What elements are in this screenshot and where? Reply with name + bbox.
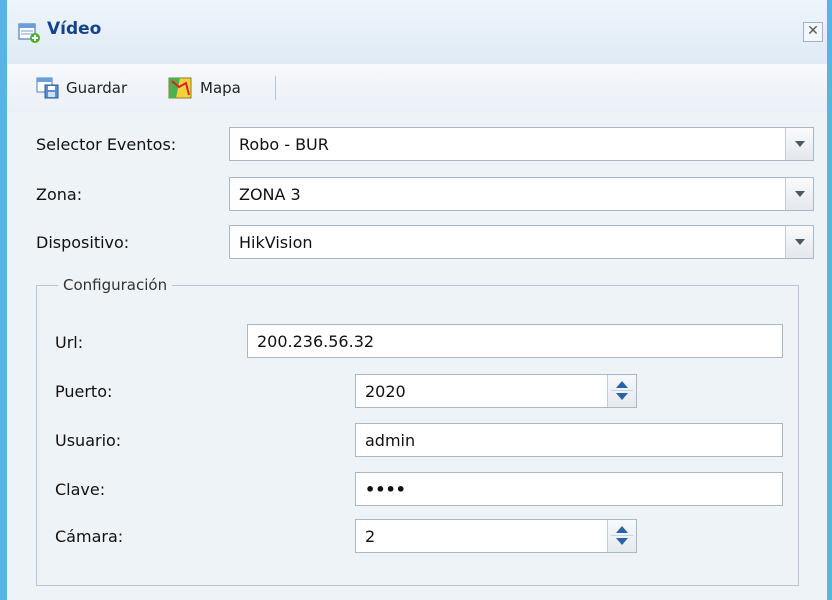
window-titlebar[interactable]: Vídeo ✕ (7, 0, 827, 65)
map-icon (168, 77, 192, 99)
puerto-label: Puerto: (55, 382, 113, 401)
spinner-down-icon[interactable] (616, 393, 628, 400)
save-button-label: Guardar (66, 79, 128, 97)
map-button-label: Mapa (200, 79, 241, 97)
spinner-divider (611, 535, 633, 536)
configuracion-legend: Configuración (58, 276, 173, 294)
clave-password-input[interactable]: •••• (355, 472, 783, 506)
camara-input[interactable]: 2 (355, 519, 637, 553)
camara-label: Cámara: (55, 527, 124, 546)
map-button[interactable]: Mapa (168, 76, 241, 100)
close-button[interactable]: ✕ (803, 22, 823, 42)
video-window: Vídeo ✕ Guardar Mapa Selector Eventos: R… (0, 0, 832, 600)
video-window-icon (18, 23, 40, 43)
spinner-up-icon[interactable] (616, 381, 628, 388)
dispositivo-label: Dispositivo: (36, 233, 130, 252)
usuario-value: admin (365, 431, 416, 450)
usuario-label: Usuario: (55, 431, 122, 450)
spinner-divider (611, 390, 633, 391)
window-title: Vídeo (47, 19, 102, 39)
dispositivo-value: HikVision (239, 233, 313, 252)
zona-value: ZONA 3 (239, 185, 301, 204)
url-input[interactable]: 200.236.56.32 (247, 324, 783, 358)
selector-eventos-label: Selector Eventos: (36, 135, 177, 154)
camara-value: 2 (365, 527, 376, 546)
url-value: 200.236.56.32 (257, 332, 375, 351)
spinner-down-icon[interactable] (616, 538, 628, 545)
url-label: Url: (55, 333, 84, 352)
dispositivo-combo[interactable]: HikVision (229, 225, 814, 259)
camara-spinner[interactable] (607, 520, 636, 552)
selector-eventos-value: Robo - BUR (239, 135, 329, 154)
zona-dropdown-button[interactable] (785, 178, 813, 210)
save-button[interactable]: Guardar (36, 76, 127, 100)
save-icon (36, 77, 59, 99)
toolbar-separator (275, 76, 276, 100)
usuario-input[interactable]: admin (355, 423, 783, 457)
chevron-down-icon (795, 191, 805, 197)
puerto-input[interactable]: 2020 (355, 374, 637, 408)
zona-combo[interactable]: ZONA 3 (229, 177, 814, 211)
clave-label: Clave: (55, 480, 106, 499)
selector-eventos-combo[interactable]: Robo - BUR (229, 127, 814, 161)
puerto-spinner[interactable] (607, 375, 636, 407)
selector-eventos-dropdown-button[interactable] (785, 128, 813, 160)
clave-masked-value: •••• (365, 480, 406, 499)
window-body: Guardar Mapa Selector Eventos: Robo - BU… (7, 64, 827, 600)
spinner-up-icon[interactable] (616, 526, 628, 533)
puerto-value: 2020 (365, 382, 406, 401)
zona-label: Zona: (36, 185, 83, 204)
close-icon: ✕ (807, 23, 819, 39)
chevron-down-icon (795, 141, 805, 147)
chevron-down-icon (795, 239, 805, 245)
dispositivo-dropdown-button[interactable] (785, 226, 813, 258)
toolbar: Guardar Mapa (7, 64, 827, 112)
